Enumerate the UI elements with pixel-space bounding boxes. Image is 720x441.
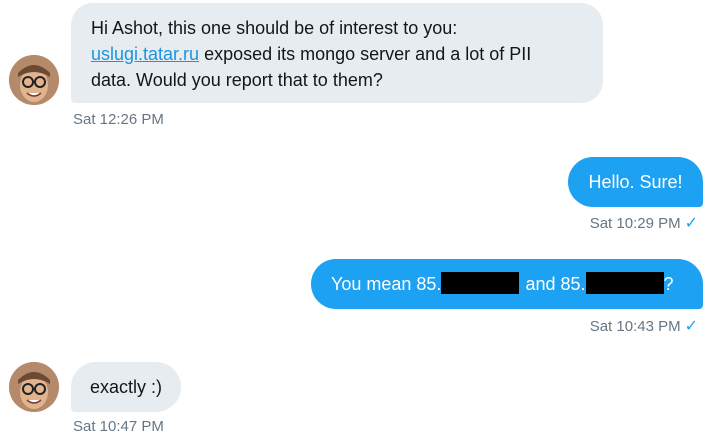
redaction-block — [441, 272, 520, 294]
message-text: You mean 85. — [331, 274, 442, 294]
message-timestamp: Sat 10:29 PM — [589, 215, 681, 232]
message-timestamp-row: Sat 10:29 PM ✓ — [590, 213, 698, 233]
message-text: Hello. Sure! — [588, 172, 683, 192]
checkmark-icon: ✓ — [684, 318, 698, 335]
message-bubble-outgoing[interactable]: You mean 85. and 85.? — [311, 259, 703, 309]
message-text: ? — [663, 274, 674, 294]
message-timestamp-row: Sat 10:43 PM ✓ — [590, 316, 698, 336]
checkmark-icon: ✓ — [684, 215, 698, 232]
message-text: exposed its mongo server and a lot of PI… — [199, 44, 532, 64]
avatar[interactable] — [9, 362, 59, 412]
message-bubble-incoming[interactable]: exactly :) — [71, 362, 181, 412]
message-timestamp: Sat 10:43 PM — [589, 318, 681, 335]
message-text: exactly :) — [89, 377, 163, 397]
message-bubble-incoming[interactable]: Hi Ashot, this one should be of interest… — [71, 3, 603, 103]
message-text-line: uslugi.tatar.ru exposed its mongo server… — [91, 41, 583, 67]
message-timestamp: Sat 10:47 PM — [73, 418, 164, 435]
message-text-line: data. Would you report that to them? — [91, 70, 383, 90]
redaction-block — [585, 272, 664, 294]
message-text: and 85. — [525, 274, 586, 294]
avatar[interactable] — [9, 55, 59, 105]
message-bubble-outgoing[interactable]: Hello. Sure! — [568, 157, 703, 207]
message-text-line: Hi Ashot, this one should be of interest… — [91, 18, 458, 38]
message-timestamp: Sat 12:26 PM — [73, 111, 164, 128]
message-link[interactable]: uslugi.tatar.ru — [91, 44, 199, 64]
